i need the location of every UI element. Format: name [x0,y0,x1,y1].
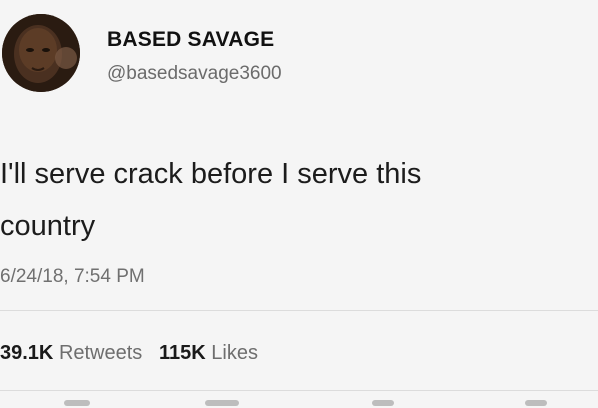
tweet-timestamp[interactable]: 6/24/18, 7:54 PM [0,266,145,288]
user-handle[interactable]: @basedsavage3600 [107,63,282,85]
tweet-text: I'll serve crack before I serve this cou… [0,148,560,252]
tweet-text-line-2: country [0,210,96,242]
likes-count: 115K [159,342,206,364]
likes-label: Likes [211,342,258,364]
share-icon[interactable] [525,400,547,406]
divider [0,310,598,311]
retweet-icon[interactable] [205,400,239,406]
reply-icon[interactable] [64,400,90,406]
tweet-card: BASED SAVAGE @basedsavage3600 I'll serve… [0,0,598,408]
action-bar [0,398,598,408]
retweets-stat[interactable]: 39.1K Retweets [0,342,148,364]
divider [0,390,598,391]
avatar[interactable] [2,14,80,92]
display-name[interactable]: BASED SAVAGE [107,28,274,52]
retweets-label: Retweets [58,342,143,364]
likes-stat[interactable]: 115K Likes [159,342,258,364]
avatar-image [2,14,80,92]
engagement-stats: 39.1K Retweets 115K Likes [0,342,258,365]
like-icon[interactable] [372,400,394,406]
tweet-text-line-1: I'll serve crack before I serve this [0,158,422,190]
retweets-count: 39.1K [0,342,54,364]
